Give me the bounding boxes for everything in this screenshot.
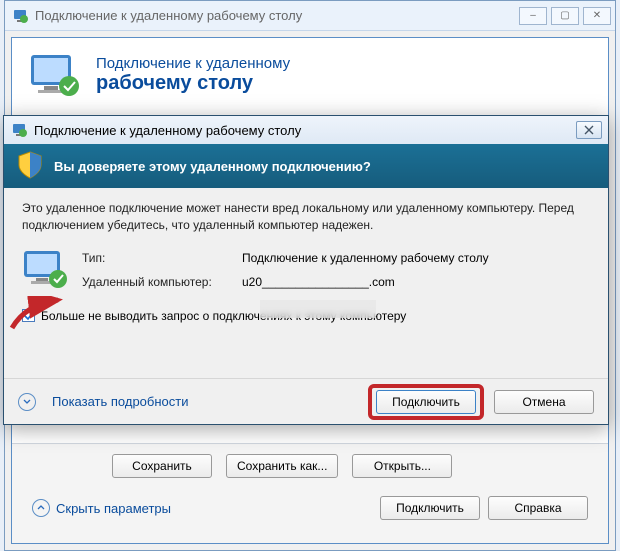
dialog-connect-button[interactable]: Подключить: [376, 390, 476, 414]
dialog-close-button[interactable]: [576, 121, 602, 139]
field-type-value: Подключение к удаленному рабочему столу: [242, 251, 590, 265]
dialog-body: Это удаленное подключение может нанести …: [4, 188, 608, 378]
dialog-footer: Показать подробности Подключить Отмена: [4, 378, 608, 424]
hide-params-link[interactable]: Скрыть параметры: [56, 501, 171, 516]
dialog-banner-text: Вы доверяете этому удаленному подключени…: [54, 159, 371, 174]
save-button[interactable]: Сохранить: [112, 454, 212, 478]
dialog-message: Это удаленное подключение может нанести …: [22, 200, 590, 235]
close-button[interactable]: ✕: [583, 7, 611, 25]
main-header: Подключение к удаленному рабочему столу: [12, 38, 608, 117]
rdp-app-icon: [12, 122, 28, 138]
dialog-title: Подключение к удаленному рабочему столу: [34, 123, 301, 138]
dialog-cancel-button[interactable]: Отмена: [494, 390, 594, 414]
save-as-button[interactable]: Сохранить как...: [226, 454, 338, 478]
monitor-icon: [22, 249, 82, 291]
trust-dialog: Подключение к удаленному рабочему столу …: [3, 115, 609, 425]
main-header-line2: рабочему столу: [96, 72, 290, 95]
main-connect-button[interactable]: Подключить: [380, 496, 480, 520]
connect-highlight: Подключить: [368, 384, 484, 420]
field-host-label: Удаленный компьютер:: [82, 275, 242, 289]
dont-ask-checkbox[interactable]: [22, 309, 35, 322]
main-header-line1: Подключение к удаленному: [96, 55, 290, 72]
main-footer: Сохранить Сохранить как... Открыть... Ск…: [12, 443, 608, 543]
main-window-titlebar: Подключение к удаленному рабочему столу …: [5, 1, 615, 31]
dialog-titlebar: Подключение к удаленному рабочему столу: [4, 116, 608, 144]
main-window-title: Подключение к удаленному рабочему столу: [35, 8, 302, 23]
maximize-button[interactable]: ▢: [551, 7, 579, 25]
open-button[interactable]: Открыть...: [352, 454, 452, 478]
rdp-app-icon: [13, 8, 29, 24]
show-details-link[interactable]: Показать подробности: [52, 394, 188, 409]
minimize-button[interactable]: –: [519, 7, 547, 25]
field-type-label: Тип:: [82, 251, 242, 265]
collapse-icon[interactable]: [32, 499, 50, 517]
dialog-banner: Вы доверяете этому удаленному подключени…: [4, 144, 608, 188]
shield-icon: [16, 150, 44, 183]
expand-icon[interactable]: [18, 393, 36, 411]
dont-ask-label: Больше не выводить запрос о подключениях…: [41, 309, 406, 323]
help-button[interactable]: Справка: [488, 496, 588, 520]
monitor-icon: [28, 52, 82, 98]
field-host-value: u20________________.com: [242, 275, 590, 289]
